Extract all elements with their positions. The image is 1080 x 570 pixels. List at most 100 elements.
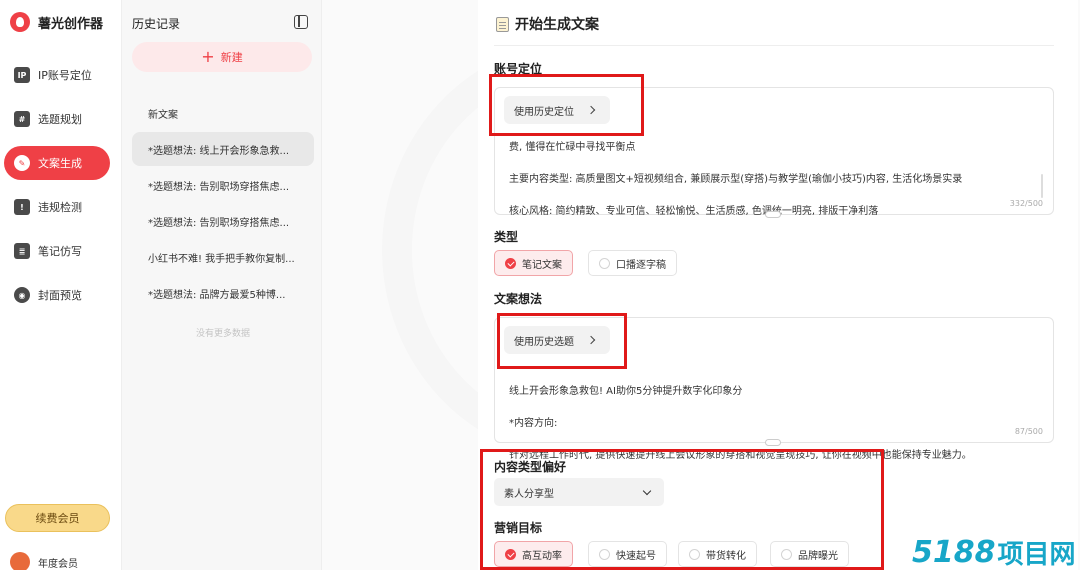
note-icon: ≣ (14, 243, 30, 259)
eye-icon: ◉ (14, 287, 30, 303)
radio-icon (599, 548, 610, 560)
brand: 薯光创作器 (10, 12, 103, 32)
watermark-number: 5188 (912, 534, 996, 570)
history-list: 新文案 *选题想法: 线上开会形象急救... *选题想法: 告别职场穿搭焦虑..… (132, 96, 314, 312)
button-label: 使用历史选题 (514, 336, 574, 348)
select-value: 素人分享型 (504, 488, 554, 500)
resize-handle[interactable] (765, 439, 781, 446)
history-item-label: *选题想法: 告别职场穿搭焦虑... (148, 217, 290, 229)
nav-item-topic-planning[interactable]: # 选题规划 (4, 102, 110, 136)
history-item-label: 小红书不难! 我手把手教你复制... (148, 253, 295, 265)
option-label: 品牌曝光 (798, 550, 838, 562)
history-item[interactable]: *选题想法: 线上开会形象急救... (132, 132, 314, 166)
alert-icon: ! (14, 199, 30, 215)
avatar (10, 552, 30, 570)
no-more-data-text: 没有更多数据 (195, 329, 250, 339)
plus-icon: + (201, 47, 215, 66)
text-line: 线上开会形象急救包! AI助你5分钟提升数字化印象分 (509, 386, 743, 397)
chevron-right-icon (586, 105, 596, 115)
copy-idea-text: 线上开会形象急救包! AI助你5分钟提升数字化印象分 *内容方向: 针对远程工作… (509, 368, 972, 480)
button-label: 使用历史定位 (514, 106, 574, 118)
history-item-label: *选题想法: 线上开会形象急救... (148, 145, 290, 157)
goal-option-high-engagement[interactable]: 高互动率 (494, 541, 573, 567)
history-title: 历史记录 (132, 17, 181, 31)
ip-icon: IP (14, 67, 30, 83)
new-button-label: 新建 (220, 51, 243, 64)
option-label: 高互动率 (522, 550, 562, 562)
main-area: 开始生成文案 账号定位 费, 懂得在忙碌中寻找平衡点 主要内容类型: 高质量图文… (322, 0, 1080, 570)
page-title-text: 开始生成文案 (515, 17, 599, 33)
generate-card: 开始生成文案 账号定位 费, 懂得在忙碌中寻找平衡点 主要内容类型: 高质量图文… (478, 0, 1078, 570)
nav-item-copywriting[interactable]: ✎ 文案生成 (4, 146, 110, 180)
history-item[interactable]: *选题想法: 告别职场穿搭焦虑... (132, 204, 314, 238)
brand-logo-icon (10, 12, 30, 32)
option-label: 带货转化 (706, 550, 746, 562)
history-panel: 历史记录 + 新建 新文案 *选题想法: 线上开会形象急救... *选题想法: … (122, 0, 322, 570)
resize-handle[interactable] (765, 211, 781, 218)
scrollbar[interactable] (1041, 174, 1043, 198)
site-watermark-logo: 5188 项目网 (912, 534, 1076, 570)
nav-item-label: 笔记仿写 (38, 245, 82, 258)
copywriting-icon: ✎ (14, 155, 30, 171)
goal-option-fast-growth[interactable]: 快速起号 (588, 541, 667, 567)
page-title: 开始生成文案 (496, 14, 599, 34)
type-option-script[interactable]: 口播逐字稿 (588, 250, 677, 276)
use-history-topic-button[interactable]: 使用历史选题 (504, 326, 610, 354)
type-label: 类型 (494, 230, 519, 244)
content-preference-select[interactable]: 素人分享型 (494, 478, 664, 506)
option-label: 快速起号 (616, 550, 656, 562)
watermark-text: 项目网 (997, 539, 1076, 570)
collapse-sidebar-icon[interactable] (294, 15, 308, 29)
nav-item-label: 违规检测 (38, 201, 82, 214)
radio-icon (599, 257, 610, 269)
type-option-note-copy[interactable]: 笔记文案 (494, 250, 573, 276)
nav-item-note-imitation[interactable]: ≣ 笔记仿写 (4, 234, 110, 268)
new-document-button[interactable]: + 新建 (132, 42, 312, 72)
history-item-label: *选题想法: 品牌方最爱5种博... (148, 289, 286, 301)
nav-item-cover-preview[interactable]: ◉ 封面预览 (4, 278, 110, 312)
nav-item-label: IP账号定位 (38, 69, 92, 82)
char-counter: 332/500 (1009, 199, 1043, 208)
radio-checked-icon (505, 548, 516, 560)
radio-icon (689, 548, 700, 560)
text-line: *内容方向: (509, 418, 558, 429)
renew-membership-button[interactable]: 续费会员 (5, 504, 110, 532)
radio-checked-icon (505, 257, 516, 269)
goal-option-brand-exposure[interactable]: 品牌曝光 (770, 541, 849, 567)
text-line: 核心风格: 简约精致、专业可信、轻松愉悦、生活质感, 色调统一明亮, 排版干净利… (509, 206, 879, 217)
account-positioning-label: 账号定位 (494, 62, 543, 76)
text-line: 针对远程工作时代, 提供快速提升线上会议形象的穿搭和视觉呈现技巧, 让你在视频中… (509, 450, 972, 461)
nav-item-ip-positioning[interactable]: IP IP账号定位 (4, 58, 110, 92)
option-label: 笔记文案 (522, 259, 562, 271)
member-profile[interactable]: 年度会员 (10, 552, 78, 570)
account-positioning-text: 费, 懂得在忙碌中寻找平衡点 主要内容类型: 高质量图文+短视频组合, 兼顾展示… (509, 124, 962, 236)
history-item[interactable]: *选题想法: 告别职场穿搭焦虑... (132, 168, 314, 202)
history-item[interactable]: 小红书不难! 我手把手教你复制... (132, 240, 314, 274)
hashtag-icon: # (14, 111, 30, 127)
copy-idea-label: 文案想法 (494, 292, 543, 306)
text-line: 主要内容类型: 高质量图文+短视频组合, 兼顾展示型(穿搭)与教学型(瑜伽小技巧… (509, 174, 963, 185)
text-line: 费, 懂得在忙碌中寻找平衡点 (509, 142, 636, 153)
history-item[interactable]: 新文案 (132, 96, 314, 130)
nav-item-label: 封面预览 (38, 289, 82, 302)
history-item-label: *选题想法: 告别职场穿搭焦虑... (148, 181, 290, 193)
history-item-label: 新文案 (148, 109, 178, 121)
chevron-down-icon (642, 486, 652, 495)
use-history-positioning-button[interactable]: 使用历史定位 (504, 96, 610, 124)
brand-name: 薯光创作器 (38, 16, 104, 32)
char-counter: 87/500 (1014, 427, 1043, 436)
history-item[interactable]: *选题想法: 品牌方最爱5种博... (132, 276, 314, 310)
option-label: 口播逐字稿 (616, 259, 666, 271)
marketing-goal-label: 营销目标 (494, 521, 543, 535)
content-preference-label: 内容类型偏好 (494, 460, 567, 474)
member-label: 年度会员 (38, 558, 78, 570)
divider (494, 45, 1054, 46)
memo-icon (496, 16, 509, 32)
nav-item-label: 选题规划 (38, 113, 82, 126)
nav-item-violation-check[interactable]: ! 违规检测 (4, 190, 110, 224)
side-nav: 薯光创作器 IP IP账号定位 # 选题规划 ✎ 文案生成 ! 违规检测 ≣ 笔… (0, 0, 122, 570)
goal-option-sales-conversion[interactable]: 带货转化 (678, 541, 757, 567)
nav-item-label: 文案生成 (38, 157, 82, 170)
chevron-right-icon (586, 335, 596, 345)
radio-icon (781, 548, 792, 560)
